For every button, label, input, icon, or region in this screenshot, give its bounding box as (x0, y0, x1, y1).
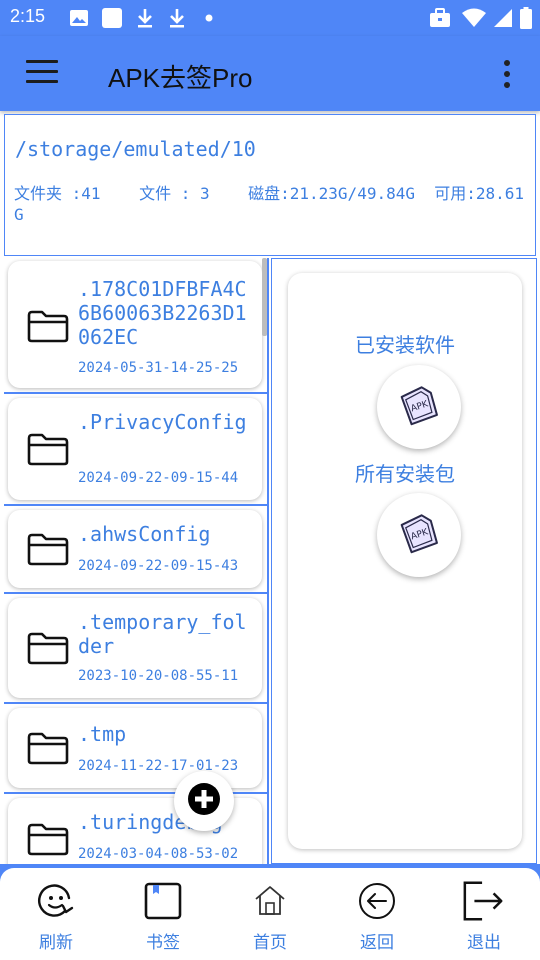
status-bar: 2:15 (0, 0, 540, 36)
folder-icon (27, 532, 69, 570)
file-name: .ahwsConfig (78, 522, 211, 546)
dot-icon (202, 0, 216, 36)
nav-label: 书签 (146, 933, 180, 953)
list-item[interactable]: .ahwsConfig 2024-09-22-09-15-43 (8, 510, 262, 588)
divider (4, 392, 269, 394)
nav-label: 返回 (360, 933, 394, 953)
file-date: 2024-09-22-09-15-44 (78, 470, 239, 486)
nav-back[interactable]: 返回 (323, 868, 431, 960)
nav-exit[interactable]: 退出 (430, 868, 538, 960)
file-date: 2024-11-22-17-01-23 (78, 758, 239, 774)
apk-icon: APK (397, 383, 441, 431)
folder-icon (27, 731, 69, 769)
divider (4, 504, 269, 506)
apk-icon: APK (397, 511, 441, 559)
status-time: 2:15 (10, 6, 46, 26)
file-name: .tmp (78, 722, 127, 746)
list-item[interactable]: .tmp 2024-11-22-17-01-23 (8, 708, 262, 788)
square-icon (100, 0, 124, 36)
hamburger-menu-icon[interactable] (26, 60, 58, 88)
exit-icon (461, 878, 507, 924)
file-date: 2024-09-22-09-15-43 (78, 558, 239, 574)
bottom-nav: 刷新 书签 首页 返回 退出 (0, 864, 540, 960)
nav-label: 首页 (253, 933, 287, 953)
image-icon (68, 0, 90, 36)
refresh-icon (33, 878, 79, 924)
installed-apps-label[interactable]: 已安装软件 (288, 329, 522, 358)
add-circle-icon (187, 782, 221, 820)
briefcase-icon (428, 0, 452, 36)
nav-label: 刷新 (39, 933, 73, 953)
file-name: .temporary_folder (78, 610, 247, 658)
folder-icon (27, 432, 69, 470)
nav-label: 退出 (467, 933, 501, 953)
installed-apps-button[interactable]: APK (377, 365, 461, 449)
list-item[interactable]: .PrivacyConfig 2024-09-22-09-15-44 (8, 398, 262, 500)
file-name: .PrivacyConfig (78, 410, 247, 434)
file-date: 2023-10-20-08-55-11 (78, 668, 239, 684)
nav-home[interactable]: 首页 (216, 868, 324, 960)
list-item[interactable]: .temporary_folder 2023-10-20-08-55-11 (8, 598, 262, 698)
signal-icon (492, 0, 514, 36)
file-date: 2024-03-04-08-53-02 (78, 846, 239, 862)
download-icon (166, 0, 188, 36)
app-bar: APK去签Pro (0, 36, 540, 111)
right-panel: 已安装软件 APK 所有安装包 APK (271, 258, 537, 864)
all-packages-button[interactable]: APK (377, 493, 461, 577)
wifi-icon (460, 0, 488, 36)
back-arrow-icon (354, 878, 400, 924)
bookmark-icon (140, 878, 186, 924)
folder-icon (27, 309, 69, 347)
list-item[interactable]: .178C01DFBFA4C6B60063B2263D1062EC 2024-0… (8, 261, 262, 388)
storage-stats: 文件夹 :41 文件 : 3 磁盘:21.23G/49.84G 可用:28.61… (14, 184, 525, 224)
shortcut-card: 已安装软件 APK 所有安装包 APK (288, 273, 522, 849)
folder-icon (27, 631, 69, 669)
all-packages-label[interactable]: 所有安装包 (288, 458, 522, 487)
app-title: APK去签Pro (108, 63, 253, 93)
more-vert-icon[interactable] (498, 60, 516, 90)
folder-icon (27, 822, 69, 860)
battery-icon (518, 0, 534, 36)
divider (4, 592, 269, 594)
file-list[interactable]: .178C01DFBFA4C6B60063B2263D1062EC 2024-0… (4, 258, 269, 864)
nav-refresh[interactable]: 刷新 (2, 868, 110, 960)
home-icon (247, 878, 293, 924)
nav-bookmark[interactable]: 书签 (109, 868, 217, 960)
current-path: /storage/emulated/10 (15, 137, 256, 161)
file-date: 2024-05-31-14-25-25 (78, 360, 239, 376)
divider (4, 702, 269, 704)
divider (267, 258, 269, 864)
download-icon (134, 0, 156, 36)
file-name: .178C01DFBFA4C6B60063B2263D1062EC (78, 277, 247, 349)
path-panel: /storage/emulated/10 文件夹 :41 文件 : 3 磁盘:2… (4, 114, 536, 256)
add-button[interactable] (174, 771, 234, 831)
